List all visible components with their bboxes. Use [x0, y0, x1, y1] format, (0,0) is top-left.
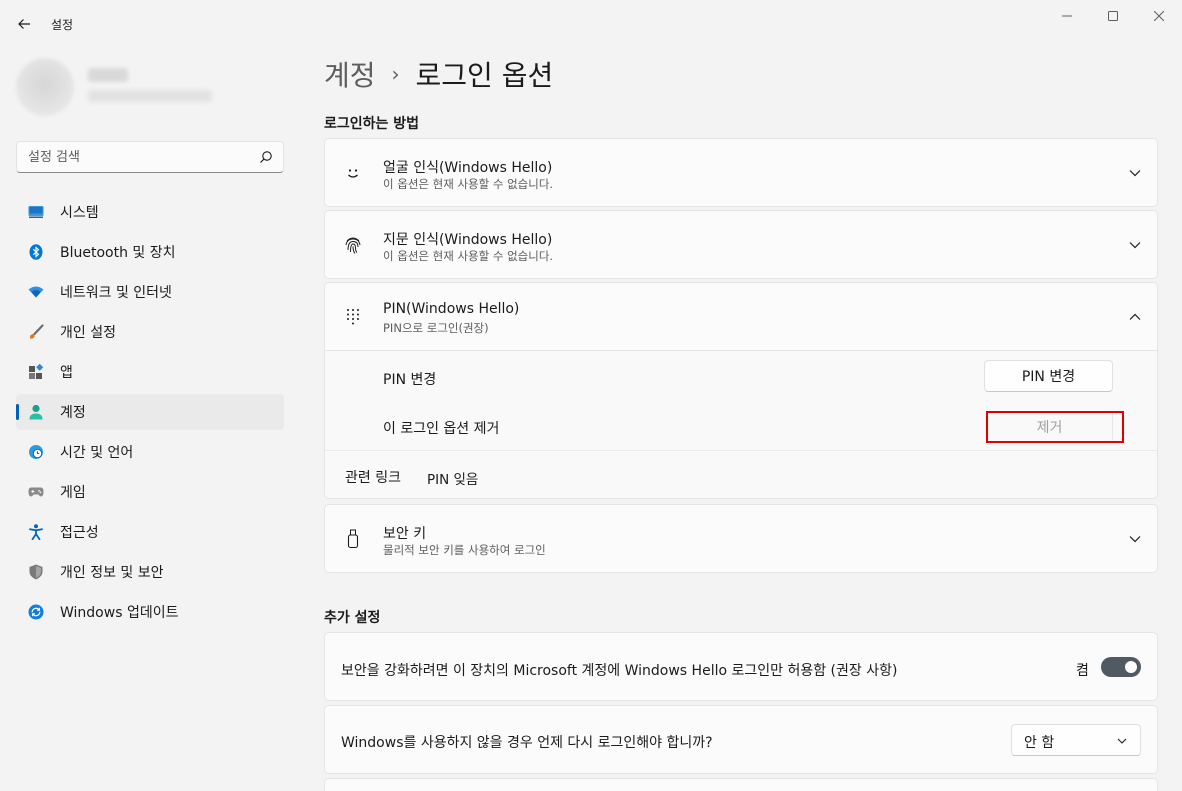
- pin-card: PIN(Windows Hello) PIN으로 로그인(권장) PIN 변경 …: [324, 282, 1158, 499]
- sidebar: 시스템 Bluetooth 및 장치 네트워크 및 인터넷 개인 설정 앱 계정…: [0, 46, 300, 791]
- sidebar-item-label: 개인 설정: [60, 325, 116, 341]
- back-button[interactable]: [12, 12, 36, 36]
- breadcrumb-parent[interactable]: 계정: [324, 54, 376, 94]
- globe-clock-icon: [28, 444, 44, 460]
- minimize-button[interactable]: [1044, 0, 1090, 32]
- pin-change-button[interactable]: PIN 변경: [984, 360, 1113, 392]
- dropdown-value: 안 함: [1024, 735, 1055, 751]
- pin-expanded-body: PIN 변경 PIN 변경 이 로그인 옵션 제거 제거: [325, 350, 1157, 450]
- fingerprint-card[interactable]: 지문 인식(Windows Hello) 이 옵션은 현재 사용할 수 없습니다…: [324, 210, 1158, 279]
- update-icon: [28, 604, 44, 620]
- sidebar-item-accounts[interactable]: 계정: [16, 394, 284, 430]
- back-arrow-icon: [18, 19, 30, 29]
- sidebar-nav: 시스템 Bluetooth 및 장치 네트워크 및 인터넷 개인 설정 앱 계정…: [16, 194, 284, 634]
- pin-title: PIN(Windows Hello): [383, 301, 520, 317]
- face-recognition-card[interactable]: 얼굴 인식(Windows Hello) 이 옵션은 현재 사용할 수 없습니다…: [324, 138, 1158, 207]
- sidebar-item-bluetooth[interactable]: Bluetooth 및 장치: [16, 234, 284, 270]
- next-setting-partial: [324, 778, 1158, 791]
- minimize-icon: [1062, 15, 1072, 17]
- chevron-down-icon[interactable]: [1127, 237, 1143, 253]
- hello-only-toggle[interactable]: [1101, 657, 1141, 677]
- highlight-box: [986, 411, 1124, 443]
- sidebar-item-personalization[interactable]: 개인 설정: [16, 314, 284, 350]
- maximize-button[interactable]: [1090, 0, 1136, 32]
- chevron-up-icon[interactable]: [1127, 309, 1143, 325]
- pin-change-label: PIN 변경: [383, 372, 437, 388]
- sidebar-item-gaming[interactable]: 게임: [16, 474, 284, 510]
- toggle-state-label: 켬: [1076, 663, 1089, 679]
- security-key-title: 보안 키: [383, 526, 427, 542]
- sidebar-item-system[interactable]: 시스템: [16, 194, 284, 230]
- chevron-down-icon: [1117, 738, 1127, 744]
- main-content: 계정 › 로그인 옵션 로그인하는 방법 얼굴 인식(Windows Hello…: [324, 46, 1158, 791]
- hello-only-label: 보안을 강화하려면 이 장치의 Microsoft 계정에 Windows He…: [341, 663, 898, 679]
- sidebar-item-label: 시간 및 언어: [60, 445, 134, 461]
- toggle-knob: [1125, 661, 1137, 673]
- profile-email-blurred: [88, 90, 212, 102]
- wifi-icon: [28, 284, 44, 300]
- usb-key-icon: [343, 529, 363, 549]
- user-profile[interactable]: [16, 58, 284, 122]
- smiley-face-icon: [343, 163, 363, 183]
- face-recognition-title: 얼굴 인식(Windows Hello): [383, 160, 553, 176]
- sidebar-item-privacy-security[interactable]: 개인 정보 및 보안: [16, 554, 284, 590]
- app-title: 설정: [51, 18, 74, 32]
- keypad-icon: [343, 307, 363, 327]
- sidebar-item-label: 앱: [60, 365, 73, 381]
- page-title: 로그인 옵션: [415, 59, 554, 92]
- breadcrumb-separator: ›: [391, 62, 400, 86]
- chevron-down-icon[interactable]: [1127, 165, 1143, 181]
- sidebar-item-label: 계정: [60, 405, 86, 421]
- remove-signin-option-label: 이 로그인 옵션 제거: [383, 421, 500, 437]
- search-input[interactable]: [17, 142, 253, 172]
- title-bar: 설정: [0, 0, 1182, 46]
- avatar: [16, 58, 74, 116]
- require-signin-dropdown[interactable]: 안 함: [1011, 724, 1141, 756]
- hello-only-setting: 보안을 강화하려면 이 장치의 Microsoft 계정에 Windows He…: [324, 632, 1158, 701]
- pin-card-header[interactable]: PIN(Windows Hello) PIN으로 로그인(권장): [325, 283, 1157, 350]
- chevron-down-icon[interactable]: [1127, 531, 1143, 547]
- sidebar-item-label: Windows 업데이트: [60, 605, 179, 621]
- maximize-icon: [1108, 11, 1118, 21]
- sidebar-item-network[interactable]: 네트워크 및 인터넷: [16, 274, 284, 310]
- sidebar-item-windows-update[interactable]: Windows 업데이트: [16, 594, 284, 630]
- sidebar-item-label: 게임: [60, 485, 86, 501]
- sidebar-item-label: 시스템: [60, 205, 99, 221]
- sidebar-item-time-language[interactable]: 시간 및 언어: [16, 434, 284, 470]
- fingerprint-subtitle: 이 옵션은 현재 사용할 수 없습니다.: [383, 249, 554, 263]
- bluetooth-icon: [28, 244, 44, 260]
- close-button[interactable]: [1136, 0, 1182, 32]
- fingerprint-icon: [343, 235, 363, 255]
- pin-subtitle: PIN으로 로그인(권장): [383, 321, 489, 335]
- section-title-signin-methods: 로그인하는 방법: [324, 116, 420, 132]
- sidebar-item-apps[interactable]: 앱: [16, 354, 284, 390]
- monitor-icon: [28, 204, 44, 220]
- profile-name-blurred: [88, 68, 128, 82]
- related-links: 관련 링크 PIN 잊음: [325, 450, 1157, 498]
- sidebar-item-accessibility[interactable]: 접근성: [16, 514, 284, 550]
- shield-icon: [28, 564, 44, 580]
- require-signin-label: Windows를 사용하지 않을 경우 언제 다시 로그인해야 합니까?: [341, 735, 713, 751]
- close-icon: [1154, 11, 1164, 21]
- breadcrumb: 계정 › 로그인 옵션: [324, 54, 553, 94]
- related-links-label: 관련 링크: [345, 470, 401, 486]
- require-signin-setting: Windows를 사용하지 않을 경우 언제 다시 로그인해야 합니까? 안 함: [324, 705, 1158, 774]
- sidebar-item-label: 개인 정보 및 보안: [60, 565, 164, 581]
- forgot-pin-link[interactable]: PIN 잊음: [427, 468, 478, 488]
- section-title-additional-settings: 추가 설정: [324, 610, 381, 626]
- face-recognition-subtitle: 이 옵션은 현재 사용할 수 없습니다.: [383, 177, 554, 191]
- apps-icon: [28, 364, 44, 380]
- search-icon[interactable]: [259, 150, 273, 164]
- search-box: [16, 141, 284, 173]
- sidebar-item-label: Bluetooth 및 장치: [60, 245, 176, 261]
- sidebar-item-label: 네트워크 및 인터넷: [60, 285, 172, 301]
- fingerprint-title: 지문 인식(Windows Hello): [383, 232, 553, 248]
- gamepad-icon: [28, 484, 44, 500]
- brush-icon: [28, 324, 44, 340]
- accessibility-icon: [28, 524, 44, 540]
- sidebar-item-label: 접근성: [60, 525, 99, 541]
- security-key-card[interactable]: 보안 키 물리적 보안 키를 사용하여 로그인: [324, 504, 1158, 573]
- person-icon: [28, 404, 44, 420]
- security-key-subtitle: 물리적 보안 키를 사용하여 로그인: [383, 543, 546, 557]
